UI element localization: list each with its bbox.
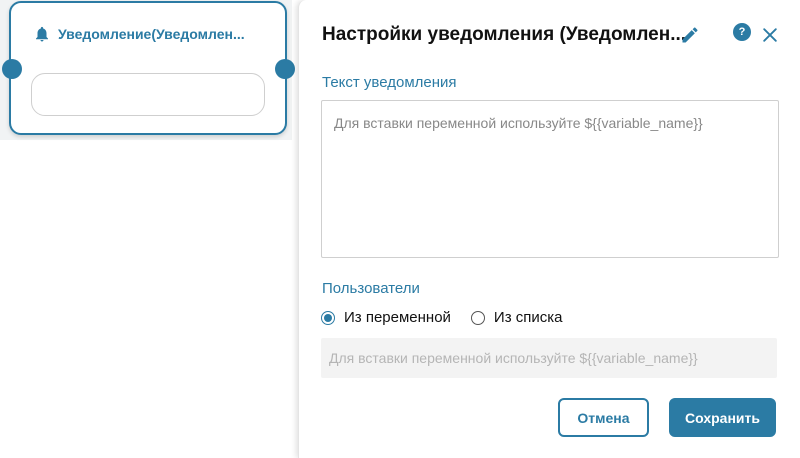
close-icon[interactable] xyxy=(760,25,780,45)
radio-label: Из списка xyxy=(493,309,563,326)
notification-settings-panel: Настройки уведомления (Уведомлен... ? Те… xyxy=(298,0,800,458)
radio-from-list[interactable]: Из списка xyxy=(470,309,563,326)
radio-from-variable[interactable]: Из переменной xyxy=(321,309,451,326)
workflow-canvas: Уведомление(Уведомлен... xyxy=(0,0,295,140)
notification-node[interactable]: Уведомление(Уведомлен... xyxy=(9,1,287,135)
radio-label: Из переменной xyxy=(344,309,451,326)
bell-icon xyxy=(36,26,48,42)
radio-unchecked-icon[interactable] xyxy=(470,310,485,325)
node-input-port[interactable] xyxy=(2,59,22,79)
node-input-field[interactable] xyxy=(31,73,265,116)
users-label: Пользователи xyxy=(322,280,420,297)
panel-title: Настройки уведомления (Уведомлен... xyxy=(322,24,687,45)
users-source-radio-group: Из переменной Из списка xyxy=(321,309,582,326)
notification-text-label: Текст уведомления xyxy=(322,74,457,91)
node-output-port[interactable] xyxy=(275,59,295,79)
radio-checked-icon[interactable] xyxy=(321,310,335,325)
save-button[interactable]: Сохранить xyxy=(669,398,776,437)
users-variable-input[interactable] xyxy=(321,338,777,378)
node-header: Уведомление(Уведомлен... xyxy=(33,25,245,43)
notification-text-input[interactable] xyxy=(321,100,779,258)
help-icon[interactable]: ? xyxy=(733,23,751,41)
pencil-icon[interactable] xyxy=(680,25,700,45)
cancel-button[interactable]: Отмена xyxy=(558,398,649,437)
node-title: Уведомление(Уведомлен... xyxy=(58,26,245,42)
